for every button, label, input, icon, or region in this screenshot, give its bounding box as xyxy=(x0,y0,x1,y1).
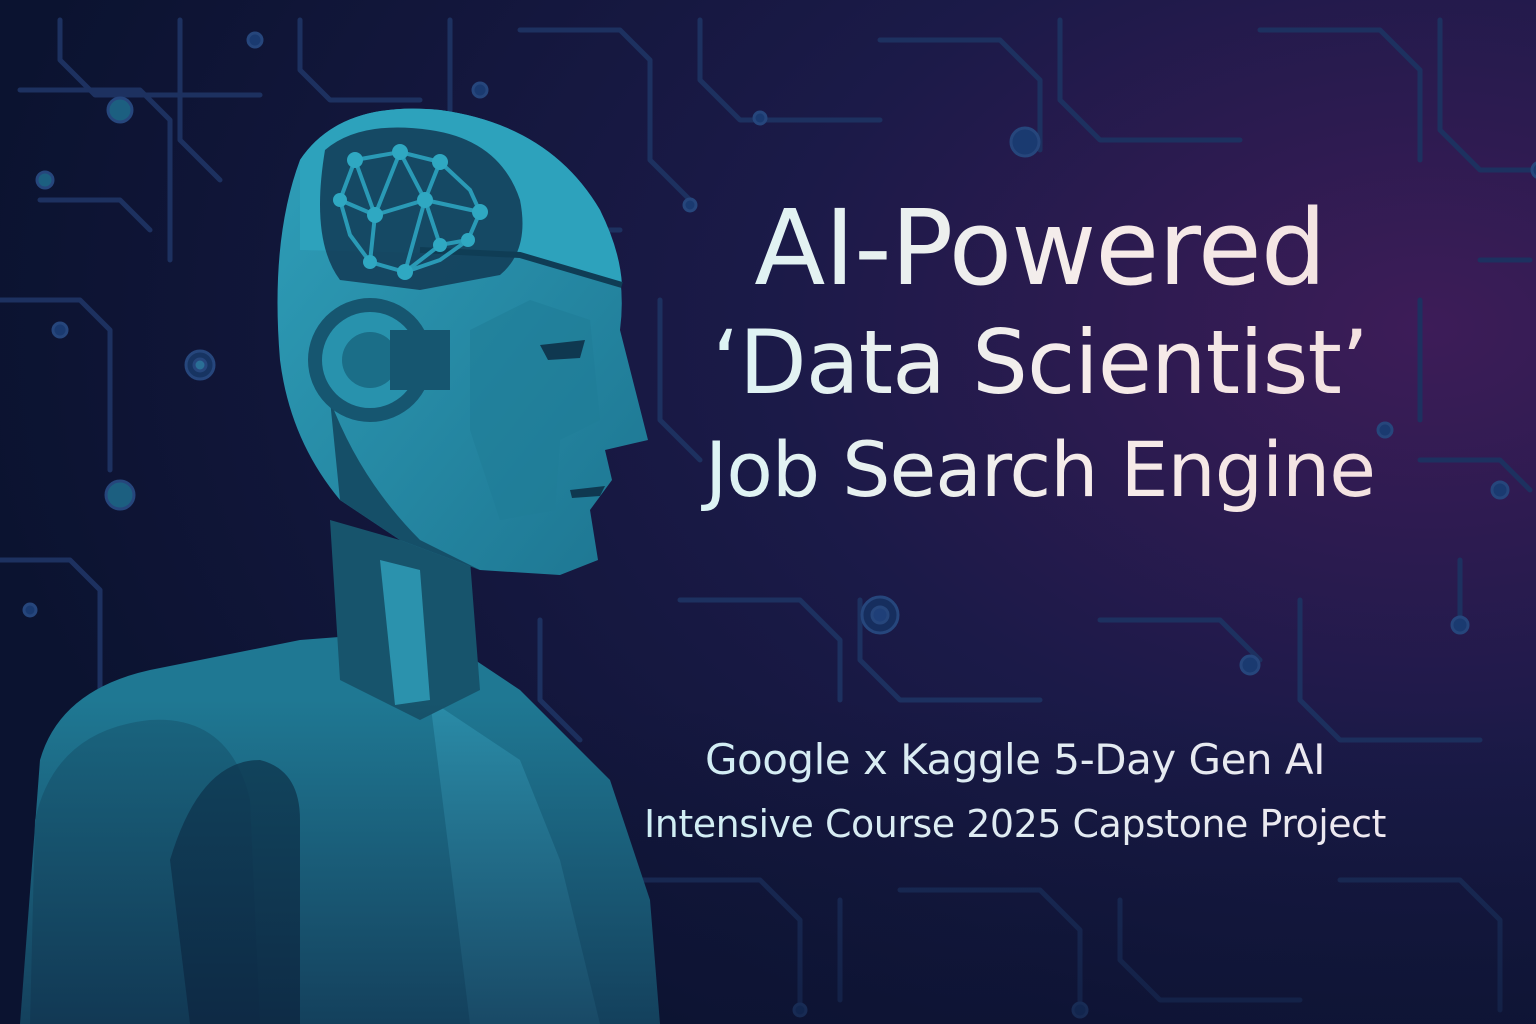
subtitle-line-1: Google x Kaggle 5-Day Gen AI xyxy=(600,735,1430,784)
subtitle-block: Google x Kaggle 5-Day Gen AI Intensive C… xyxy=(600,735,1430,846)
title-line-1: AI-Powered xyxy=(600,190,1480,307)
title-block: AI-Powered ‘Data Scientist’ Job Search E… xyxy=(600,190,1480,513)
title-line-2: ‘Data Scientist’ xyxy=(600,314,1480,413)
title-line-3: Job Search Engine xyxy=(600,427,1480,512)
subtitle-line-2: Intensive Course 2025 Capstone Project xyxy=(600,802,1430,846)
